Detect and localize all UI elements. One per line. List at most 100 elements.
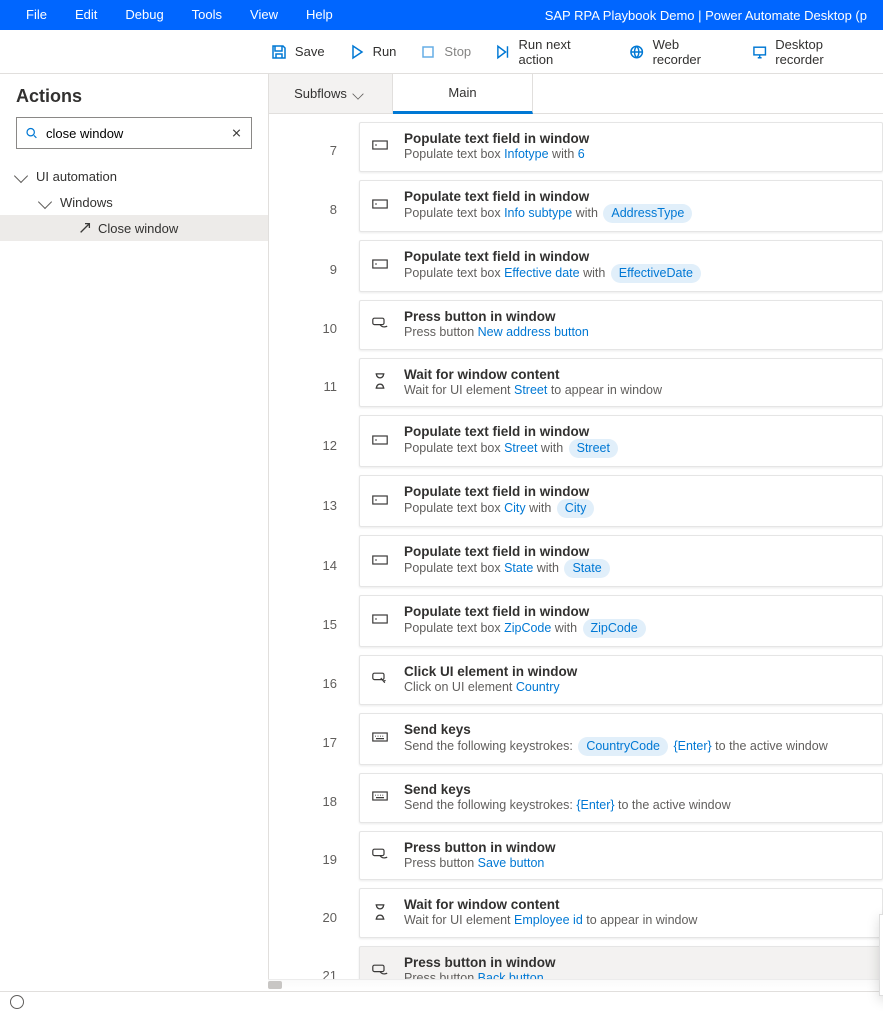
step-description: Wait for UI element Street to appear in … [404,382,662,399]
step-title: Press button in window [404,955,556,970]
save-label: Save [295,44,325,59]
tree-close-window[interactable]: Close window [0,215,268,241]
run-label: Run [373,44,397,59]
tree-label: UI automation [36,169,117,184]
subflows-dropdown[interactable]: Subflows [269,74,393,113]
flow-area: 7Populate text field in windowPopulate t… [269,114,883,991]
step-description: Press button Save button [404,855,556,872]
chevron-down-icon [14,169,28,183]
keys-icon [372,788,390,807]
step-card[interactable]: Send keysSend the following keystrokes: … [359,773,883,823]
step-description: Populate text box Info subtype with Addr… [404,204,694,223]
subflows-label: Subflows [294,86,347,101]
actions-heading: Actions [16,86,252,107]
step-description: Populate text box Effective date with Ef… [404,264,703,283]
desktop-recorder-label: Desktop recorder [775,37,871,67]
flow-step[interactable]: 18Send keysSend the following keystrokes… [269,773,883,831]
step-card[interactable]: Wait for window contentWait for UI eleme… [359,358,883,408]
textbox-icon [372,196,390,215]
flow-step[interactable]: 13Populate text field in windowPopulate … [269,475,883,535]
flow-step[interactable]: 9Populate text field in windowPopulate t… [269,240,883,300]
flow-splitter[interactable] [268,979,883,991]
step-card[interactable]: Click UI element in windowClick on UI el… [359,655,883,705]
step-card[interactable]: Populate text field in windowPopulate te… [359,180,883,232]
flow-step[interactable]: 17Send keysSend the following keystrokes… [269,713,883,773]
step-card[interactable]: Populate text field in windowPopulate te… [359,240,883,292]
step-card[interactable]: Populate text field in windowPopulate te… [359,535,883,587]
menu-file[interactable]: File [12,0,61,30]
step-number: 9 [269,240,359,300]
step-card[interactable]: Populate text field in windowPopulate te… [359,595,883,647]
step-title: Send keys [404,722,828,737]
status-bar [0,991,883,1011]
run-next-label: Run next action [519,37,606,67]
flow-step[interactable]: 12Populate text field in windowPopulate … [269,415,883,475]
tab-strip: Subflows Main [269,74,883,114]
menu-help[interactable]: Help [292,0,347,30]
web-recorder-button[interactable]: Web recorder [617,37,740,67]
flow-step[interactable]: 10Press button in windowPress button New… [269,300,883,358]
flow-step[interactable]: 11Wait for window contentWait for UI ele… [269,358,883,416]
step-number: 17 [269,713,359,773]
drag-insert-tooltip: Close window Close window [879,914,883,996]
splitter-handle[interactable] [268,981,282,989]
menu-tools[interactable]: Tools [178,0,236,30]
wait-icon [372,373,390,392]
step-title: Populate text field in window [404,249,703,264]
save-button[interactable]: Save [259,44,337,60]
step-description: Populate text box City with City [404,499,596,518]
step-card[interactable]: Populate text field in windowPopulate te… [359,415,883,467]
desktop-recorder-button[interactable]: Desktop recorder [740,37,883,67]
step-card[interactable]: Send keysSend the following keystrokes: … [359,713,883,765]
flow-step[interactable]: 15Populate text field in windowPopulate … [269,595,883,655]
flow-step[interactable]: 7Populate text field in windowPopulate t… [269,122,883,180]
step-title: Press button in window [404,309,589,324]
tree-ui-automation[interactable]: UI automation [0,163,268,189]
flow-step[interactable]: 20Wait for window contentWait for UI ele… [269,888,883,946]
run-next-button[interactable]: Run next action [483,37,617,67]
step-description: Click on UI element Country [404,679,577,696]
step-number: 11 [269,358,359,416]
flow-step[interactable]: 14Populate text field in windowPopulate … [269,535,883,595]
tree-label: Windows [60,195,113,210]
tree-windows[interactable]: Windows [0,189,268,215]
flow-step[interactable]: 16Click UI element in windowClick on UI … [269,655,883,713]
press-icon [372,315,390,334]
menu-view[interactable]: View [236,0,292,30]
step-title: Wait for window content [404,897,697,912]
step-card[interactable]: Press button in windowPress button New a… [359,300,883,350]
step-number: 18 [269,773,359,831]
keys-icon [372,729,390,748]
step-list[interactable]: 7Populate text field in windowPopulate t… [269,114,883,991]
tab-main[interactable]: Main [393,74,533,114]
step-card[interactable]: Press button in windowPress button Save … [359,831,883,881]
textbox-icon [372,552,390,571]
step-card[interactable]: Wait for window contentWait for UI eleme… [359,888,883,938]
menu-debug[interactable]: Debug [111,0,177,30]
flow-step[interactable]: 8Populate text field in windowPopulate t… [269,180,883,240]
textbox-icon [372,256,390,275]
step-number: 8 [269,180,359,240]
menu-edit[interactable]: Edit [61,0,111,30]
clear-icon[interactable] [230,125,243,141]
actions-search[interactable] [16,117,252,149]
step-card[interactable]: Populate text field in windowPopulate te… [359,475,883,527]
flow-step[interactable]: 19Press button in windowPress button Sav… [269,831,883,889]
step-number: 12 [269,415,359,475]
tab-main-label: Main [448,85,476,100]
textbox-icon [372,611,390,630]
search-icon [25,125,38,141]
step-number: 10 [269,300,359,358]
textbox-icon [372,137,390,156]
step-card[interactable]: Populate text field in windowPopulate te… [359,122,883,172]
actions-search-input[interactable] [44,125,224,142]
step-number: 16 [269,655,359,713]
status-icon[interactable] [10,995,24,1009]
stop-icon [420,44,436,60]
run-button[interactable]: Run [337,44,409,60]
menu-bar: File Edit Debug Tools View Help [12,0,347,30]
press-icon [372,846,390,865]
play-icon [349,44,365,60]
step-description: Populate text box Infotype with 6 [404,146,589,163]
step-number: 20 [269,888,359,946]
